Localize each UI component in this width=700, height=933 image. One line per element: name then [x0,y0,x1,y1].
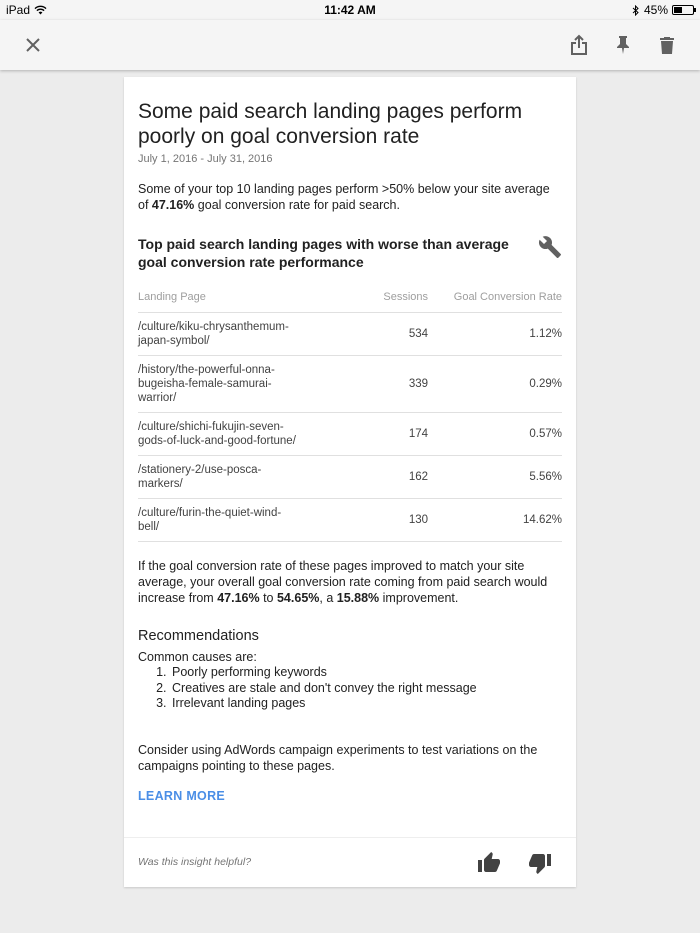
landing-page-cell: /stationery-2/use-posca-markers/ [138,455,298,499]
recommendation-item: Poorly performing keywords [170,665,562,681]
table-row: /history/the-powerful-onna-bugeisha-fema… [138,355,562,413]
conversion-rate-cell: 0.29% [428,355,562,413]
insight-title: Some paid search landing pages perform p… [138,100,523,148]
delete-icon [660,37,674,54]
thumbs-up-icon[interactable] [477,851,501,875]
recommendation-item: Irrelevant landing pages [170,696,562,712]
table-row: /culture/furin-the-quiet-wind-bell/130 14… [138,498,562,542]
battery-level [674,7,683,13]
recommendations-list: Poorly performing keywords Creatives are… [170,665,562,712]
header-goal-conversion-rate: Goal Conversion Rate [428,283,562,313]
status-bar: iPad 11:42 AM 45% [0,0,700,20]
bluetooth-icon [632,4,639,16]
wrench-icon[interactable] [538,235,562,259]
conversion-rate-cell: 5.56% [428,455,562,499]
sessions-cell: 174 [298,412,428,456]
conversion-rate-cell: 14.62% [428,498,562,542]
impact-text-4: improvement. [379,591,459,605]
sessions-cell: 130 [298,498,428,542]
sessions-cell: 162 [298,455,428,499]
sessions-cell: 534 [298,312,428,356]
pin-icon [617,36,629,54]
table-header-row: Landing Page Sessions Goal Conversion Ra… [138,283,562,313]
feedback-prompt: Was this insight helpful? [138,856,252,868]
delete-button[interactable] [652,30,682,60]
share-button[interactable] [564,30,594,60]
table-row: /culture/shichi-fukujin-seven-gods-of-lu… [138,412,562,456]
close-button[interactable] [18,30,48,60]
conversion-rate-cell: 0.57% [428,412,562,456]
landing-page-cell: /culture/furin-the-quiet-wind-bell/ [138,498,298,542]
sessions-cell: 339 [298,355,428,413]
impact-text-2: to [259,591,277,605]
date-range: July 1, 2016 - July 31, 2016 [138,153,273,165]
status-right: 45% [632,3,696,17]
impact-to: 54.65% [276,591,320,605]
close-icon [26,38,40,52]
table-title: Top paid search landing pages with worse… [138,236,509,270]
battery-percent: 45% [643,3,668,17]
recommendations-intro: Common causes are: [138,650,257,664]
impact-text: If the goal conversion rate of these pag… [138,558,562,606]
insight-summary: Some of your top 10 landing pages perfor… [138,181,562,213]
landing-page-cell: /culture/shichi-fukujin-seven-gods-of-lu… [138,412,298,456]
table-row: /stationery-2/use-posca-markers/162 5.56% [138,455,562,499]
share-icon [571,34,587,55]
thumbs-down-icon[interactable] [528,851,552,875]
recommendations-title: Recommendations [138,628,259,644]
header-landing-page: Landing Page [138,283,298,313]
insight-card: Some paid search landing pages perform p… [124,77,576,887]
impact-from: 47.16% [217,591,260,605]
status-time: 11:42 AM [324,3,376,17]
battery-icon [672,5,696,15]
learn-more-link[interactable]: LEARN MORE [138,789,225,803]
summary-suffix: goal conversion rate for paid search. [194,198,400,212]
table-section-header: Top paid search landing pages with worse… [138,235,562,271]
pin-button[interactable] [608,30,638,60]
landing-page-cell: /history/the-powerful-onna-bugeisha-fema… [138,355,298,413]
conversion-rate-cell: 1.12% [428,312,562,356]
summary-value: 47.16% [151,198,195,212]
landing-pages-table: Landing Page Sessions Goal Conversion Ra… [138,283,562,542]
feedback-footer: Was this insight helpful? [124,837,576,887]
app-bar [0,20,700,70]
impact-text-3: , a [319,591,337,605]
landing-page-cell: /culture/kiku-chrysanthemum-japan-symbol… [138,312,298,356]
table-row: /culture/kiku-chrysanthemum-japan-symbol… [138,312,562,356]
impact-improvement: 15.88% [336,591,380,605]
consider-text: Consider using AdWords campaign experime… [138,742,538,773]
recommendation-item: Creatives are stale and don't convey the… [170,681,562,697]
header-sessions: Sessions [298,283,428,313]
